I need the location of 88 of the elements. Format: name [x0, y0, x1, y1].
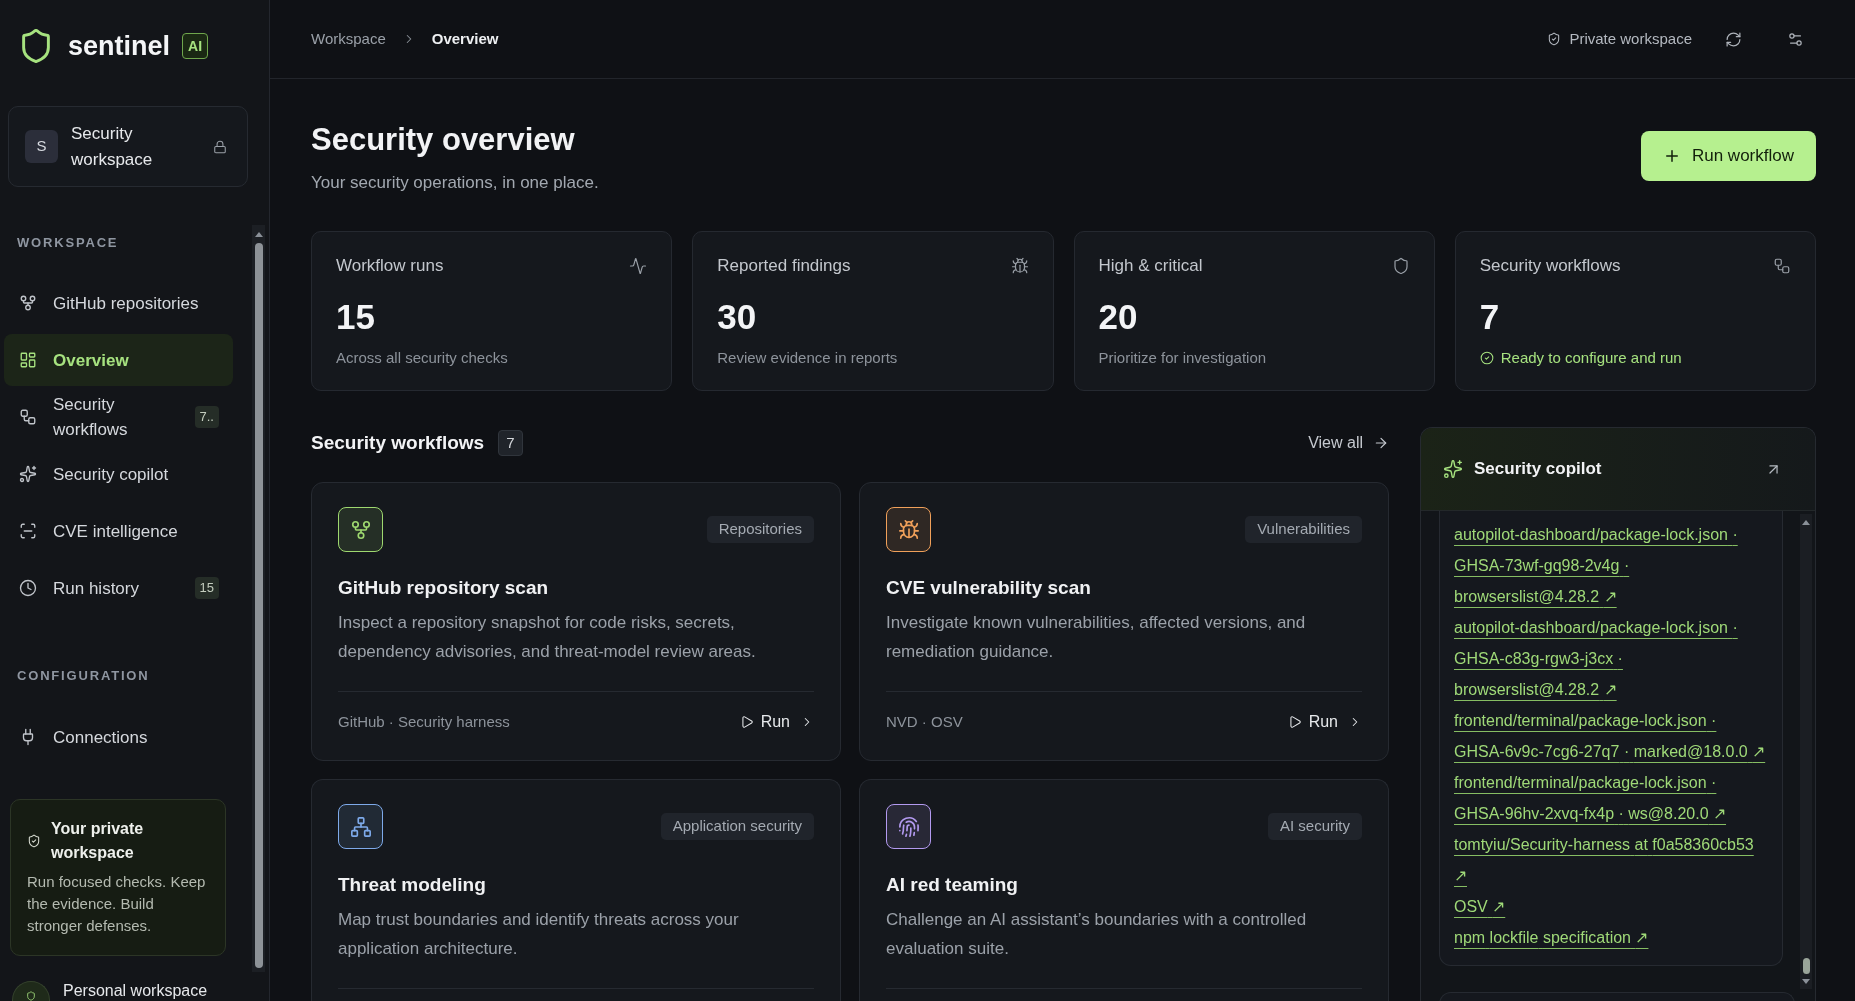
run-button[interactable]: Run [1287, 707, 1362, 737]
view-all-link[interactable]: View all [1308, 431, 1389, 455]
avatar-icon [12, 981, 50, 1001]
stat-value: 30 [717, 297, 757, 337]
workflow-icon [19, 408, 37, 426]
workflow-icon [1773, 257, 1791, 275]
page-subtitle: Your security operations, in one place. [311, 172, 599, 194]
brand-name: sentinel [68, 30, 171, 63]
section-heading: WORKSPACE [17, 234, 119, 252]
play-icon [1287, 715, 1302, 729]
run-workflow-button[interactable]: Run workflow [1640, 131, 1816, 181]
category-tag: Vulnerabilities [1245, 516, 1362, 543]
workflow-description: Challenge an AI assistant’s boundaries with a controlled evaluation suite. [886, 909, 1308, 960]
scrollbar[interactable] [252, 225, 265, 972]
branch-icon [19, 294, 37, 312]
sparkles-icon [19, 465, 37, 483]
dashboard-icon [19, 351, 37, 369]
scrollbar-thumb[interactable] [254, 243, 263, 968]
scroll-up-icon[interactable] [1802, 520, 1810, 525]
category-tag: Application security [660, 813, 814, 840]
stat-value: 20 [1098, 297, 1138, 337]
stat-label: High & critical [1098, 255, 1203, 277]
page-title: Security overview [311, 121, 575, 159]
nav-item[interactable]: Overview [4, 334, 233, 386]
breadcrumb-item[interactable]: Workspace [311, 27, 386, 51]
workspace-label: Private workspace [1569, 28, 1692, 49]
scrollbar[interactable] [1800, 514, 1812, 989]
category-tag: AI security [1267, 813, 1362, 840]
clock-icon [19, 579, 37, 597]
nav-item[interactable]: Security copilot [4, 448, 233, 500]
workspace-switcher[interactable]: S Security workspace [8, 106, 248, 187]
stat-note: Across all security checks [336, 348, 508, 368]
sparkles-icon [1443, 459, 1463, 479]
count-badge: 15 [194, 577, 219, 599]
stat-note: Prioritize for investigation [1098, 348, 1267, 368]
account-switcher[interactable]: Personal workspace [12, 981, 208, 1001]
nav-item[interactable]: Security workflows 7.. [4, 391, 233, 443]
reference-link[interactable]: npm lockfile specification ↗ [1454, 922, 1649, 953]
reference-link[interactable]: OSV ↗ [1454, 891, 1506, 922]
bug-icon [1010, 257, 1029, 275]
stat-value: 15 [336, 297, 375, 337]
scrollbar-thumb[interactable] [1802, 958, 1810, 974]
workflow-sources: NVD · OSV [886, 711, 963, 732]
stat-label: Workflow runs [336, 255, 444, 277]
lock-icon [213, 139, 227, 154]
workspace-avatar: S [25, 130, 58, 163]
section-title: Security workflows [311, 430, 485, 455]
workflow-description: Investigate known vulnerabilities, affected versions, and remediation guidance. [886, 612, 1307, 663]
stat-label: Reported findings [717, 255, 851, 277]
stat-value: 7 [1479, 297, 1500, 337]
workflow-title: GitHub repository scan [338, 576, 549, 600]
stat-note: Review evidence in reports [717, 348, 898, 368]
info-title: Your private workspace [51, 819, 145, 863]
pulse-icon [629, 257, 648, 275]
check-circle-icon [1479, 351, 1494, 365]
count-badge: 7 [498, 430, 523, 456]
workflow-title: AI red teaming [886, 873, 1018, 897]
reference-link[interactable]: tomtyiu/Security-harness at f0a58360cb53 ↗ [1454, 829, 1768, 891]
arrow-right-icon [1373, 435, 1389, 451]
workflow-title: CVE vulnerability scan [886, 576, 1091, 600]
scroll-up-icon[interactable] [254, 232, 263, 237]
nav-item[interactable]: Run history 15 [4, 562, 233, 614]
info-text: Run focused checks. Keep the evidence. Build stronger defenses. [27, 872, 207, 936]
scan-icon [19, 522, 37, 540]
breadcrumb-item[interactable]: Overview [431, 27, 499, 51]
shield-icon [1391, 257, 1410, 275]
shield-check-icon [1547, 32, 1562, 46]
category-tag: Repositories [706, 516, 814, 543]
section-heading: CONFIGURATION [17, 667, 150, 685]
workflow-sources: GitHub · Security harness [338, 711, 510, 732]
stat-note: Ready to configure and run [1500, 348, 1682, 368]
scroll-down-icon[interactable] [1802, 979, 1810, 984]
nav-item[interactable]: Connections [4, 711, 233, 763]
run-button[interactable]: Run [739, 707, 814, 737]
workflow-title: Threat modeling [338, 873, 486, 897]
refresh-icon [1724, 30, 1742, 48]
play-icon [739, 715, 754, 729]
sliders-icon [1786, 30, 1804, 48]
ai-badge: AI [182, 33, 209, 59]
panel-title: Security copilot [1474, 458, 1602, 481]
workflow-description: Map trust boundaries and identify threats across your application architecture. [338, 909, 740, 960]
shield-check-icon [27, 834, 41, 848]
count-badge: 7.. [194, 406, 219, 428]
workflow-description: Inspect a repository snapshot for code risks, secrets, dependency advisories, and threat-model review areas. [338, 612, 757, 663]
shield-logo-icon [22, 29, 50, 63]
nav-item[interactable]: GitHub repositories [4, 277, 233, 329]
nav-item[interactable]: CVE intelligence [4, 505, 233, 557]
stat-label: Security workflows [1479, 255, 1621, 277]
